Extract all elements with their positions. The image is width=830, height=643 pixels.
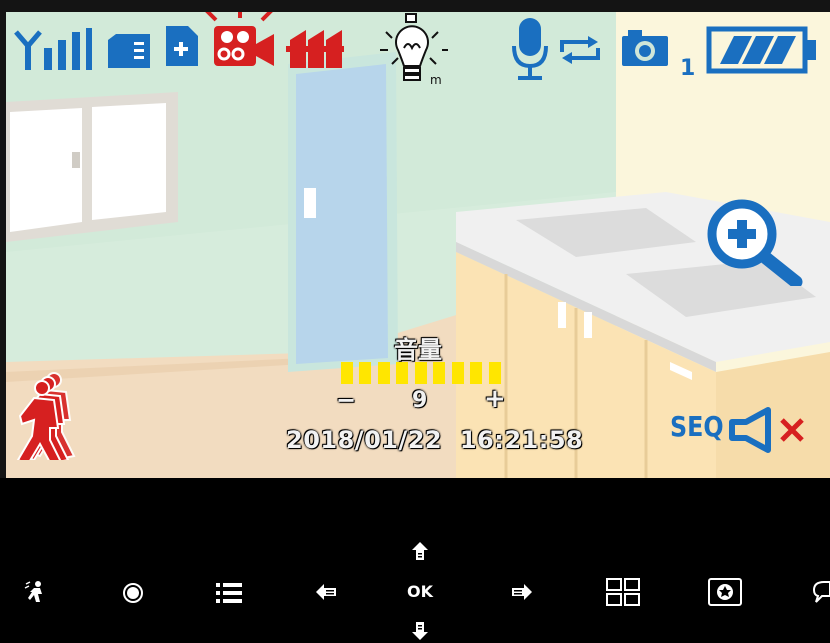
volume-label: 音量 [394,336,442,364]
battery-icon [706,26,816,74]
volume-value: 9 [412,388,428,413]
night-light-icon: m [380,13,448,86]
control-bar: OK [0,478,830,643]
recording-icon [205,12,274,66]
volume-segment [377,362,390,384]
ok-button[interactable]: OK [404,582,436,601]
volume-segment [396,362,409,384]
status-bar: m 1 [6,12,830,92]
signal-icon [14,28,92,70]
loop-icon [560,36,600,64]
snapshot-button[interactable] [708,578,742,606]
timestamp: 2018/01/22 16:21:58 [286,426,584,454]
new-file-icon [166,26,198,66]
right-arrow-button[interactable] [512,584,532,600]
microphone-icon [512,18,548,80]
svg-text:m: m [430,73,442,86]
zoom-in-icon[interactable] [704,196,808,286]
volume-segment [341,362,353,384]
snapshot-icon [622,30,668,66]
up-arrow-button[interactable] [412,542,428,560]
camera-view: m 1 音量 − 9 + 2018/01/22 16:21:58 SEQ [6,12,830,478]
layout-grid-button[interactable] [606,578,640,606]
left-arrow-button[interactable] [316,584,336,600]
speaker-muted-icon [729,407,804,453]
volume-bar [341,362,507,384]
snapshot-count: 1 [680,56,696,81]
motion-mask-icon [286,30,344,68]
motion-detect-button[interactable] [24,580,48,604]
menu-button[interactable] [216,582,242,604]
volume-segment [451,362,464,384]
record-button[interactable] [122,582,144,604]
down-arrow-button[interactable] [412,622,428,640]
sd-card-icon [108,34,150,68]
volume-segment [470,362,483,384]
volume-minus: − [336,386,357,414]
volume-plus: + [484,384,506,414]
motion-alert-icon [16,372,76,460]
talk-button[interactable] [812,580,830,604]
volume-segment [488,362,501,384]
volume-segment [433,362,446,384]
volume-segment [359,362,372,384]
volume-segment [414,362,427,384]
seq-label: SEQ [670,410,724,443]
